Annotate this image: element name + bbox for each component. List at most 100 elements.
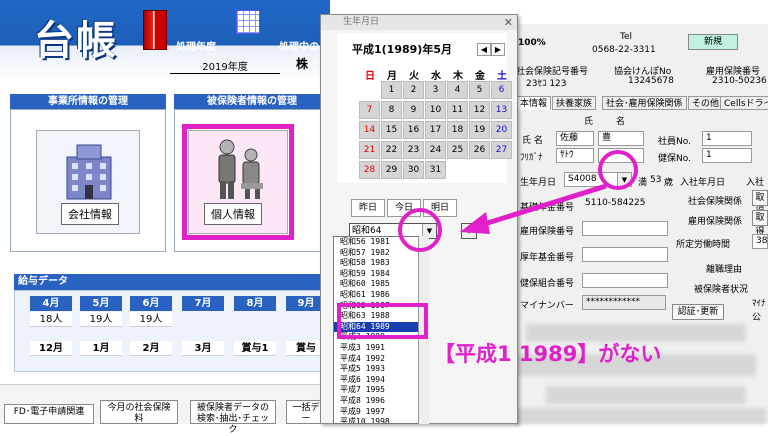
calendar-day[interactable]: 20 <box>491 121 512 139</box>
auth-update-button[interactable]: 認証･更新 <box>672 304 724 320</box>
calendar-day[interactable]: 9 <box>403 101 424 119</box>
public-checkbox[interactable]: 公 <box>752 310 761 323</box>
pension-fund-field[interactable] <box>582 247 668 262</box>
calendar-day[interactable]: 6 <box>491 81 512 99</box>
employee-no-label: 社員No. <box>658 137 691 147</box>
given-name-label: 名 <box>616 117 626 127</box>
calendar-day[interactable]: 21 <box>359 141 380 159</box>
company-info-label: 会社情報 <box>61 203 119 225</box>
era-option[interactable]: 平成6 1994 <box>334 375 428 386</box>
highlight-box-missing-era <box>337 303 428 339</box>
tab-social-employment[interactable]: 社会･雇用保険関係 <box>602 96 687 110</box>
calendar-day[interactable]: 5 <box>469 81 490 99</box>
era-option[interactable]: 平成7 1995 <box>334 385 428 396</box>
acquire-button-1[interactable]: 取得 <box>752 190 768 217</box>
era-option[interactable]: 平成3 1991 <box>334 343 428 354</box>
employee-no-field[interactable]: 1 <box>702 131 752 146</box>
health-union-field[interactable] <box>582 273 668 288</box>
tab-cells-drive[interactable]: Cellsドライブ <box>720 96 768 110</box>
new-button[interactable]: 新規 <box>688 34 738 50</box>
kenpo-no-field[interactable]: 1 <box>702 148 752 163</box>
calendar-day[interactable]: 26 <box>469 141 490 159</box>
monthly-premium-button[interactable]: 今月の社会保険料 <box>100 400 178 424</box>
calendar-day[interactable]: 11 <box>447 101 468 119</box>
surname-field[interactable]: 佐藤 <box>556 131 594 146</box>
pension-fund-label: 厚年基金番号 <box>520 253 575 263</box>
month-header[interactable]: 5月 <box>80 296 122 311</box>
mynumber-field[interactable]: ************ <box>582 295 666 310</box>
calendar-day[interactable]: 23 <box>403 141 424 159</box>
calendar-day[interactable]: 7 <box>359 101 380 119</box>
era-option[interactable]: 平成10 1998 <box>334 417 428 423</box>
era-option[interactable]: 平成9 1997 <box>334 407 428 418</box>
date-picker-title: 生年月日 <box>321 15 517 30</box>
month-header[interactable]: 2月 <box>130 341 172 356</box>
employment-insurance-number: 2310-50236 <box>712 76 767 86</box>
kana-surname-field[interactable]: ｻﾄｳ <box>556 148 594 163</box>
tab-dependents[interactable]: 扶養家族 <box>552 96 597 110</box>
calendar-day[interactable]: 30 <box>403 161 424 179</box>
calendar-day[interactable]: 14 <box>359 121 380 139</box>
fiscal-year-label[interactable]: 処理年度 <box>176 38 216 53</box>
calendar-day[interactable]: 12 <box>469 101 490 119</box>
weekday-label: 火 <box>409 71 419 82</box>
age-value: 53 <box>650 175 662 185</box>
payroll-row-1: 4月 5月 6月 7月 8月 9月 18人 19人 19人 <box>14 296 330 328</box>
highlight-circle-era <box>398 208 442 252</box>
processing-label[interactable]: 処理中の <box>279 38 319 53</box>
calendar-day[interactable]: 27 <box>491 141 512 159</box>
calendar-day[interactable]: 19 <box>469 121 490 139</box>
month-header[interactable]: 12月 <box>30 341 72 356</box>
era-option[interactable]: 昭和58 1983 <box>334 258 428 269</box>
prev-month-button[interactable]: ◀ <box>477 43 491 56</box>
era-option[interactable]: 平成5 1993 <box>334 364 428 375</box>
calendar-day[interactable]: 10 <box>425 101 446 119</box>
kyokai-kenpo-number: 13245678 <box>628 76 674 86</box>
era-option[interactable]: 平成8 1996 <box>334 396 428 407</box>
calendar-day[interactable]: 28 <box>359 161 380 179</box>
tel-value: 0568-22-3311 <box>592 45 656 55</box>
era-option[interactable]: 平成4 1992 <box>334 354 428 365</box>
calendar-day[interactable]: 8 <box>381 101 402 119</box>
month-header[interactable]: 7月 <box>182 296 224 311</box>
company-info-button[interactable]: 会社情報 <box>36 130 140 234</box>
calendar-day[interactable]: 3 <box>425 81 446 99</box>
insured-search-button[interactable]: 被保険者データの検索･抽出･チェック <box>190 400 276 435</box>
era-value: 昭和64 <box>352 226 382 236</box>
book-icon[interactable] <box>143 10 167 50</box>
month-header[interactable]: 8月 <box>234 296 276 311</box>
weekday-label: 水 <box>431 71 441 82</box>
calendar-day[interactable]: 17 <box>425 121 446 139</box>
calendar-day[interactable]: 16 <box>403 121 424 139</box>
calendar-day[interactable]: 31 <box>425 161 446 179</box>
work-hours-field[interactable]: 38 <box>752 234 768 249</box>
month-header[interactable]: 3月 <box>182 341 224 356</box>
next-month-button[interactable]: ▶ <box>491 43 505 56</box>
close-icon[interactable]: ✕ <box>504 16 513 29</box>
calendar-day[interactable]: 22 <box>381 141 402 159</box>
tab-other[interactable]: その他 <box>688 96 724 110</box>
calendar-day[interactable]: 29 <box>381 161 402 179</box>
era-option[interactable]: 昭和61 1986 <box>334 290 428 301</box>
bonus-header[interactable]: 賞与1 <box>234 341 276 356</box>
acquire-button-2[interactable]: 取得 <box>752 210 768 237</box>
era-option[interactable]: 昭和59 1984 <box>334 269 428 280</box>
calendar-day[interactable]: 13 <box>491 101 512 119</box>
yesterday-button[interactable]: 昨日 <box>351 199 385 217</box>
era-option[interactable]: 昭和60 1985 <box>334 279 428 290</box>
calendar-icon[interactable] <box>236 10 260 34</box>
calendar-day[interactable]: 24 <box>425 141 446 159</box>
calendar-day[interactable]: 15 <box>381 121 402 139</box>
month-header[interactable]: 1月 <box>80 341 122 356</box>
calendar-day[interactable]: 2 <box>403 81 424 99</box>
calendar-day[interactable]: 1 <box>381 81 402 99</box>
calendar-day[interactable]: 18 <box>447 121 468 139</box>
tab-basic-info[interactable]: 本情報 <box>516 96 552 110</box>
given-name-field[interactable]: 豊 <box>598 131 644 146</box>
calendar-day[interactable]: 4 <box>447 81 468 99</box>
name-label: 氏 名 <box>522 136 543 146</box>
calendar-day[interactable]: 25 <box>447 141 468 159</box>
fd-electronic-button[interactable]: FD･電子申請関連 <box>4 404 94 424</box>
month-header[interactable]: 4月 <box>30 296 72 311</box>
month-header[interactable]: 6月 <box>130 296 172 311</box>
